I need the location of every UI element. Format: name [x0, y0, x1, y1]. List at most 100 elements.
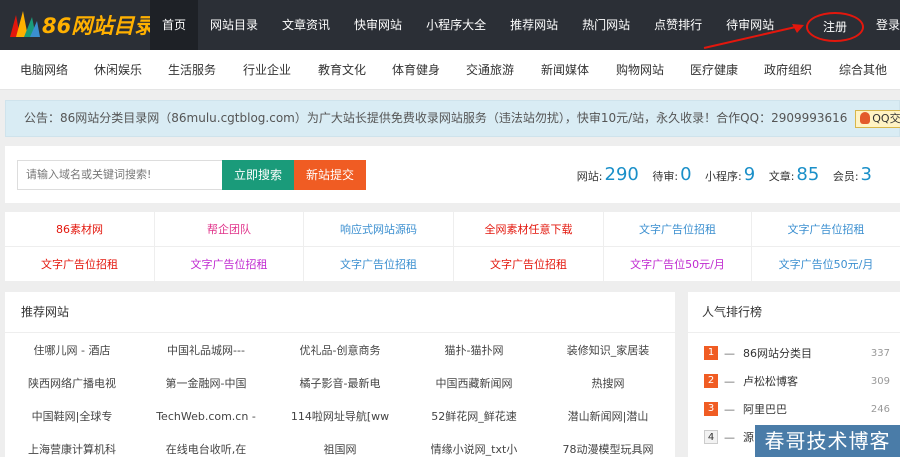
site-link[interactable]: 中国鞋网|全球专 [5, 402, 139, 432]
announcement-bar: 公告：86网站分类目录网（86mulu.cgtblog.com）为广大站长提供免… [5, 100, 900, 137]
category-link[interactable]: 生活服务 [168, 50, 216, 90]
nav-home[interactable]: 首页 [150, 0, 199, 50]
divider [5, 332, 675, 333]
annotation-arrow-icon [703, 24, 804, 49]
category-link[interactable]: 休闲娱乐 [94, 50, 142, 90]
ranking-title: 人气排行榜 [702, 305, 763, 319]
category-bar: 电脑网络 休闲娱乐 生活服务 行业企业 教育文化 体育健身 交通旅游 新闻媒体 … [0, 50, 900, 90]
miniapps-count: 9 [743, 164, 756, 185]
submit-site-button[interactable]: 新站提交 [294, 160, 366, 190]
search-button[interactable]: 立即搜索 [222, 160, 294, 190]
site-link[interactable]: 装修知识_家居装 [541, 336, 675, 366]
category-link[interactable]: 购物网站 [616, 50, 664, 90]
announcement-text: 公告：86网站分类目录网（86mulu.cgtblog.com）为广大站长提供免… [24, 111, 848, 125]
site-link[interactable]: 橘子影音-最新电 [273, 369, 407, 399]
category-link[interactable]: 交通旅游 [466, 50, 514, 90]
sites-label: 网站: [576, 170, 603, 183]
ad-link[interactable]: 文字广告位招租 [752, 212, 900, 247]
recommended-title: 推荐网站 [21, 305, 70, 319]
nav-fast-review[interactable]: 快审网站 [342, 0, 414, 50]
recommended-sites-panel: 推荐网站 住哪儿网 - 酒店 中国礼品城网--- 优礼品-创意商务 猫扑-猫扑网… [5, 292, 675, 457]
members-count: 3 [860, 164, 872, 185]
category-link[interactable]: 行业企业 [243, 50, 291, 90]
ranking-site-name: 阿里巴巴 [743, 403, 787, 416]
ad-grid: 86素材网 帮企团队 响应式网站源码 全网素材任意下载 文字广告位招租 文字广告… [5, 212, 900, 282]
site-link[interactable]: 52鲜花网_鲜花速 [407, 402, 541, 432]
ad-link[interactable]: 文字广告位招租 [155, 247, 304, 282]
ad-link[interactable]: 帮企团队 [155, 212, 304, 247]
ranking-site-name: 86网站分类目 [743, 347, 812, 360]
ad-link[interactable]: 文字广告位招租 [454, 247, 604, 282]
rank-number: 3 [704, 402, 718, 416]
category-link[interactable]: 综合其他 [839, 50, 887, 90]
rank-number: 1 [704, 346, 718, 360]
site-link[interactable]: 优礼品-创意商务 [273, 336, 407, 366]
site-link[interactable]: 热搜网 [541, 369, 675, 399]
category-link[interactable]: 政府组织 [764, 50, 812, 90]
ad-link[interactable]: 响应式网站源码 [304, 212, 454, 247]
ranking-item[interactable]: 1—86网站分类目 337 [704, 340, 890, 368]
site-link[interactable]: 情缘小说网_txt小 [407, 435, 541, 457]
members-label: 会员: [832, 170, 859, 183]
ranking-count: 246 [870, 404, 890, 415]
site-link[interactable]: 陕西网络广播电视 [5, 369, 139, 399]
top-navbar: 86网站目录 首页 网站目录 文章资讯 快审网站 小程序大全 推荐网站 热门网站… [0, 0, 900, 50]
site-link[interactable]: 第一金融网-中国 [139, 369, 273, 399]
category-link[interactable]: 新闻媒体 [541, 50, 589, 90]
search-panel: 请输入域名或关键词搜索! 立即搜索 新站提交 网站: 290 待审: 0 小程序: 9… [5, 146, 900, 203]
logo-icon [10, 11, 40, 37]
ad-link[interactable]: 86素材网 [5, 212, 155, 247]
site-link[interactable]: 114啦网址导航[ww [273, 402, 407, 432]
sites-count: 290 [604, 164, 639, 185]
site-link[interactable]: 住哪儿网 - 酒店 [5, 336, 139, 366]
register-button[interactable]: 注册 [806, 12, 864, 42]
ranking-count: 337 [870, 348, 890, 359]
qq-chat-label: QQ交谈 [872, 111, 900, 125]
search-input[interactable]: 请输入域名或关键词搜索! [17, 160, 227, 190]
pending-count: 0 [680, 164, 692, 185]
ranking-item[interactable]: 2— 卢松松博客 309 [704, 368, 890, 396]
qq-penguin-icon [860, 111, 871, 124]
rank-number: 4 [704, 430, 718, 444]
ad-link[interactable]: 文字广告位招租 [304, 247, 454, 282]
site-link[interactable]: 在线电台收听,在 [139, 435, 273, 457]
ad-link[interactable]: 文字广告位50元/月 [604, 247, 752, 282]
category-link[interactable]: 体育健身 [392, 50, 440, 90]
site-link[interactable]: 潜山新闻网|潜山 [541, 402, 675, 432]
login-button[interactable]: 登录 [876, 0, 900, 50]
category-link[interactable]: 电脑网络 [20, 50, 68, 90]
site-link[interactable]: 上海营康计算机科 [5, 435, 139, 457]
ad-link[interactable]: 文字广告位招租 [604, 212, 752, 247]
watermark-label: 春哥技术博客 [755, 425, 900, 457]
ranking-item[interactable]: 3— 阿里巴巴 246 [704, 396, 890, 424]
ad-link[interactable]: 全网素材任意下载 [454, 212, 604, 247]
category-link[interactable]: 医疗健康 [690, 50, 738, 90]
site-link[interactable]: 猫扑-猫扑网 [407, 336, 541, 366]
nav-recommended[interactable]: 推荐网站 [498, 0, 570, 50]
qq-chat-button[interactable]: QQ交谈 [855, 109, 900, 128]
ranking-count: 309 [870, 376, 890, 387]
ad-link[interactable]: 文字广告位50元/月 [752, 247, 900, 282]
site-stats: 网站: 290 待审: 0 小程序: 9 文章: 85 会员: 3 [577, 160, 872, 190]
ranking-site-name: 源 [743, 431, 754, 444]
rank-number: 2 [704, 374, 718, 388]
category-link[interactable]: 教育文化 [318, 50, 366, 90]
nav-articles[interactable]: 文章资讯 [270, 0, 342, 50]
miniapps-label: 小程序: [705, 170, 742, 183]
site-link[interactable]: 中国西藏新闻网 [407, 369, 541, 399]
site-logo[interactable]: 86网站目录 [6, 6, 155, 44]
site-link[interactable]: 中国礼品城网--- [139, 336, 273, 366]
nav-miniapps[interactable]: 小程序大全 [414, 0, 498, 50]
main-nav: 首页 网站目录 文章资讯 快审网站 小程序大全 推荐网站 热门网站 点赞排行 待… [150, 0, 786, 50]
ad-link[interactable]: 文字广告位招租 [5, 247, 155, 282]
articles-count: 85 [796, 164, 820, 185]
divider [688, 332, 900, 333]
site-link[interactable]: 78动漫模型玩具网 [541, 435, 675, 457]
logo-text: 86网站目录 [42, 14, 156, 38]
site-link[interactable]: 祖国网 [273, 435, 407, 457]
site-link[interactable]: TechWeb.com.cn - [139, 402, 273, 432]
nav-popular[interactable]: 热门网站 [570, 0, 642, 50]
articles-label: 文章: [768, 170, 795, 183]
ranking-site-name: 卢松松博客 [743, 375, 798, 388]
nav-directory[interactable]: 网站目录 [198, 0, 270, 50]
